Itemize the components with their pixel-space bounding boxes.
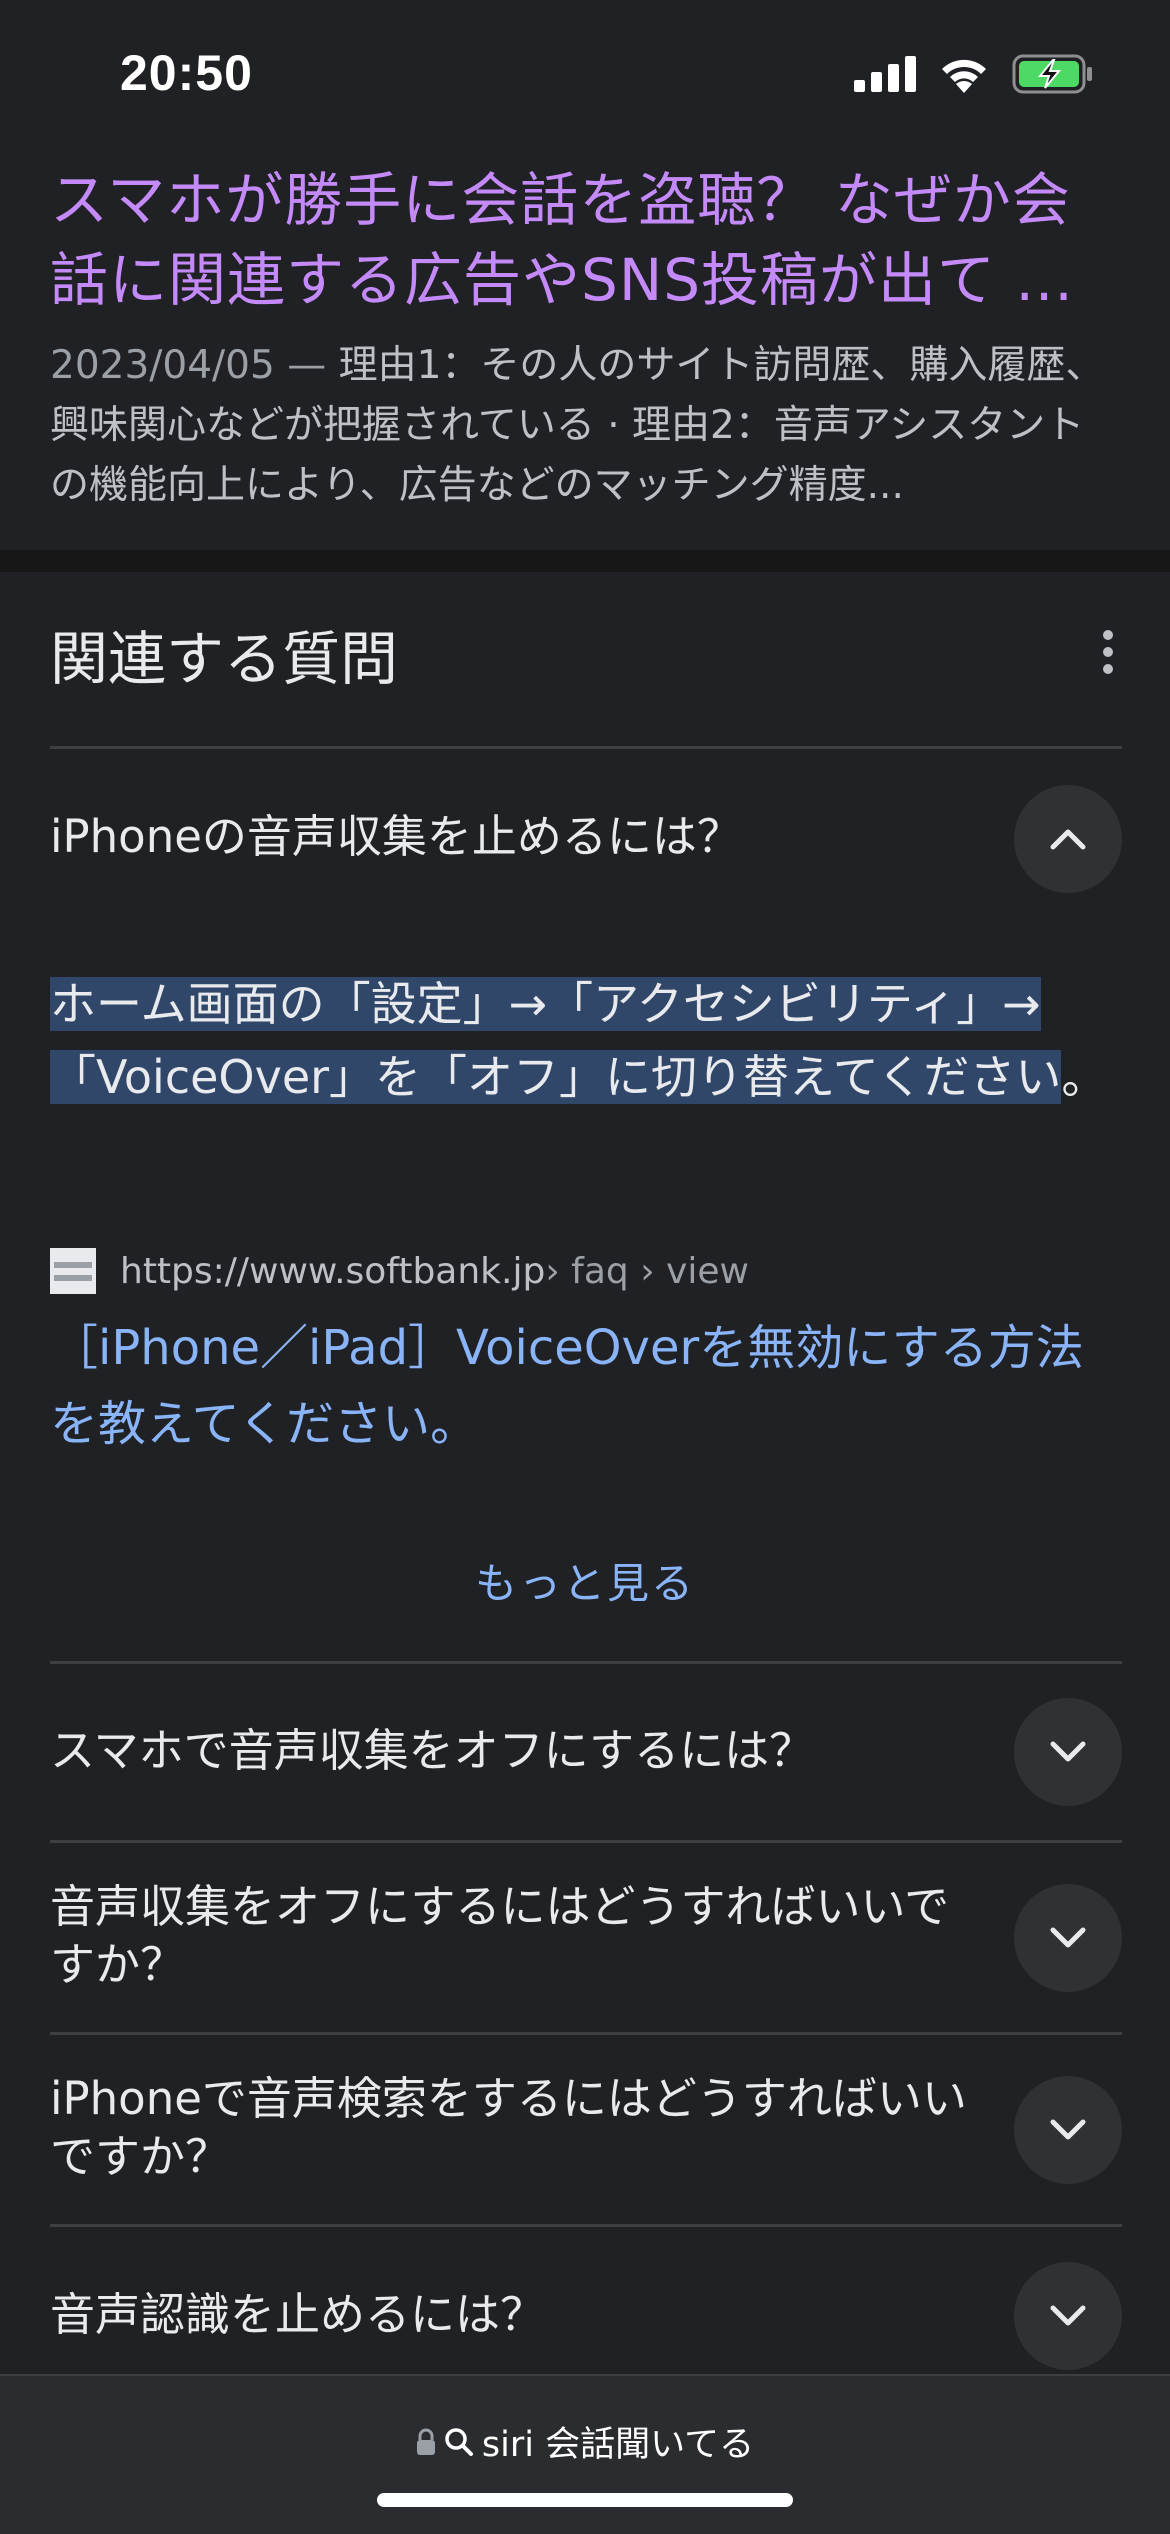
chevron-up-icon [1050,829,1086,850]
question-item[interactable]: iPhoneで音声検索をするにはどうすればいいですか？ [50,2070,970,2186]
question-item[interactable]: 音声収集をオフにするにはどうすればいいですか？ [50,1878,970,1994]
source-row[interactable]: https://www.softbank.jp › faq › view [50,1248,749,1294]
home-indicator[interactable] [377,2493,793,2507]
search-icon [445,2427,473,2456]
chevron-down-icon [1050,1741,1086,1762]
status-icons [854,54,1094,94]
chevron-down-icon [1050,2305,1086,2326]
expand-button[interactable] [1014,2076,1122,2184]
divider [50,2032,1122,2035]
source-path: › faq › view [545,1250,749,1292]
see-more-link[interactable]: もっと見る [0,1550,1170,1611]
divider [50,2224,1122,2227]
question-item[interactable]: 音声認識を止めるには？ [50,2286,970,2344]
browser-bottom-bar: siri 会話聞いてる [0,2374,1170,2534]
question-expanded[interactable]: iPhoneの音声収集を止めるには？ [50,808,970,866]
battery-charging-icon [1012,54,1092,94]
search-result-card: スマホが勝手に会話を盗聴？ なぜか会話に関連する広告やSNS投稿が出て ... … [0,140,1170,550]
status-bar: 20:50 [0,0,1170,140]
answer-highlighted-text: ホーム画面の「設定」→「アクセシビリティ」→「VoiceOver」を「オフ」に切… [50,977,1062,1104]
answer-text: ホーム画面の「設定」→「アクセシビリティ」→「VoiceOver」を「オフ」に切… [50,968,1130,1114]
result-snippet: 2023/04/05 — 理由1：その人のサイト訪問歴、購入履歴、興味関心などが… [50,336,1120,516]
question-item[interactable]: スマホで音声収集をオフにするには？ [50,1722,970,1780]
lock-icon [416,2428,435,2455]
source-domain: https://www.softbank.jp [120,1250,546,1292]
divider [50,746,1122,749]
result-date: 2023/04/05 [50,343,275,388]
wifi-icon [942,59,986,93]
result-title-link[interactable]: スマホが勝手に会話を盗聴？ なぜか会話に関連する広告やSNS投稿が出て ... [50,160,1110,320]
chevron-down-icon [1050,2119,1086,2140]
status-time: 20:50 [120,45,253,101]
expand-button[interactable] [1014,2262,1122,2370]
section-divider [0,550,1170,572]
collapse-button[interactable] [1014,785,1122,893]
source-title-link[interactable]: ［iPhone／iPad］VoiceOverを無効にする方法を教えてください。 [50,1310,1130,1462]
address-bar[interactable]: siri 会話聞いてる [0,2416,1170,2467]
site-favicon-icon [50,1248,96,1294]
related-questions-heading: 関連する質問 [50,625,399,693]
answer-tail: 。 [1061,1050,1108,1104]
date-separator: — [274,343,339,388]
address-text: siri 会話聞いてる [481,2425,755,2465]
divider [50,1661,1122,1664]
signal-icon [854,56,916,92]
expand-button[interactable] [1014,1884,1122,1992]
more-options-icon[interactable] [1096,630,1120,674]
divider [50,1840,1122,1843]
expand-button[interactable] [1014,1698,1122,1806]
chevron-down-icon [1050,1927,1086,1948]
